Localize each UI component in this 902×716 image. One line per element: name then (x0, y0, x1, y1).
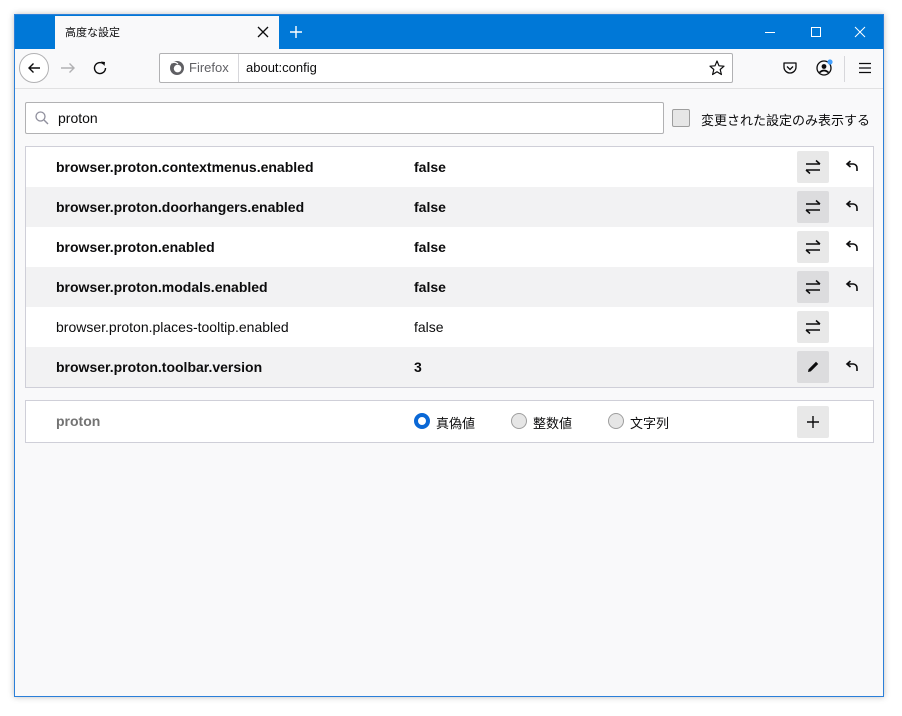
pref-name: browser.proton.doorhangers.enabled (56, 199, 305, 215)
identity-label: Firefox (189, 60, 229, 75)
back-arrow-icon (28, 63, 40, 73)
new-tab-icon[interactable] (287, 23, 305, 41)
back-button[interactable] (19, 53, 49, 83)
pref-name: browser.proton.toolbar.version (56, 359, 263, 375)
minimize-button[interactable] (747, 15, 793, 49)
search-box[interactable] (25, 102, 664, 134)
toggle-button[interactable] (797, 191, 829, 223)
nav-bar: Firefox about:config (15, 49, 883, 89)
undo-icon (845, 240, 858, 251)
forward-arrow-icon[interactable] (59, 59, 77, 77)
search-icon (35, 111, 49, 125)
toggle-button[interactable] (797, 231, 829, 263)
toolbar-separator (844, 56, 845, 82)
pref-row: browser.proton.contextmenus.enabled fals… (26, 147, 873, 187)
close-tab-icon[interactable] (255, 24, 271, 40)
toggle-arrows-icon (805, 279, 821, 295)
pref-name: browser.proton.places-tooltip.enabled (56, 319, 289, 335)
pencil-icon (808, 361, 819, 372)
type-boolean-radio[interactable] (414, 413, 430, 429)
pref-value[interactable]: 3 (414, 359, 422, 375)
pref-value[interactable]: false (414, 319, 444, 335)
url-bar[interactable]: Firefox about:config (159, 53, 733, 83)
bookmark-star-icon[interactable] (708, 59, 726, 77)
add-pref-row: proton 真偽値 整数値 文字列 (25, 400, 874, 443)
toggle-button[interactable] (797, 271, 829, 303)
show-modified-only-label[interactable]: 変更された設定のみ表示する (701, 110, 870, 129)
pocket-icon[interactable] (781, 59, 799, 77)
show-modified-only-checkbox[interactable] (672, 109, 690, 127)
pref-value[interactable]: false (414, 279, 446, 295)
browser-window: 高度な設定 Firefox about:config proton 変更された設… (14, 14, 884, 697)
toggle-arrows-icon (805, 239, 821, 255)
toggle-arrows-icon (805, 319, 821, 335)
toggle-button[interactable] (797, 151, 829, 183)
reset-button[interactable] (841, 236, 863, 258)
search-input[interactable] (58, 107, 648, 129)
tab-strip: 高度な設定 (15, 15, 883, 49)
type-integer-radio[interactable] (511, 413, 527, 429)
type-boolean-label[interactable]: 真偽値 (436, 413, 475, 432)
reload-icon[interactable] (91, 59, 109, 77)
url-text[interactable]: about:config (246, 60, 317, 75)
type-string-radio[interactable] (608, 413, 624, 429)
account-icon[interactable] (815, 59, 833, 77)
undo-icon (845, 160, 858, 171)
maximize-icon (811, 27, 821, 37)
maximize-button[interactable] (793, 15, 839, 49)
pref-row: browser.proton.enabled false (26, 227, 873, 267)
reset-button[interactable] (841, 196, 863, 218)
add-button[interactable] (797, 406, 829, 438)
toggle-arrows-icon (805, 159, 821, 175)
toggle-arrows-icon (805, 199, 821, 215)
pref-name: browser.proton.enabled (56, 239, 215, 255)
tab-advanced-settings[interactable]: 高度な設定 (55, 16, 279, 49)
pref-row: browser.proton.places-tooltip.enabled fa… (26, 307, 873, 347)
reset-button[interactable] (841, 156, 863, 178)
reset-button[interactable] (841, 356, 863, 378)
pref-value[interactable]: false (414, 239, 446, 255)
close-window-icon (854, 26, 866, 38)
new-pref-name: proton (56, 413, 101, 429)
pref-name: browser.proton.contextmenus.enabled (56, 159, 314, 175)
toggle-button[interactable] (797, 311, 829, 343)
firefox-logo-icon (170, 61, 184, 75)
pref-name: browser.proton.modals.enabled (56, 279, 268, 295)
minimize-icon (765, 32, 775, 33)
pref-row: browser.proton.toolbar.version 3 (26, 347, 873, 387)
hamburger-menu-icon[interactable] (856, 59, 874, 77)
type-string-label[interactable]: 文字列 (630, 413, 669, 432)
about-config-content: 変更された設定のみ表示する browser.proton.contextmenu… (15, 89, 883, 696)
pref-row: browser.proton.modals.enabled false (26, 267, 873, 307)
edit-button[interactable] (797, 351, 829, 383)
preferences-table: browser.proton.contextmenus.enabled fals… (25, 146, 874, 388)
undo-icon (845, 200, 858, 211)
pref-value[interactable]: false (414, 159, 446, 175)
plus-icon (807, 416, 819, 428)
close-window-button[interactable] (837, 15, 883, 49)
pref-value[interactable]: false (414, 199, 446, 215)
tab-title: 高度な設定 (65, 26, 120, 39)
pref-row: browser.proton.doorhangers.enabled false (26, 187, 873, 227)
undo-icon (845, 360, 858, 371)
reset-button[interactable] (841, 276, 863, 298)
type-integer-label[interactable]: 整数値 (533, 413, 572, 432)
undo-icon (845, 280, 858, 291)
identity-box[interactable]: Firefox (160, 54, 239, 82)
